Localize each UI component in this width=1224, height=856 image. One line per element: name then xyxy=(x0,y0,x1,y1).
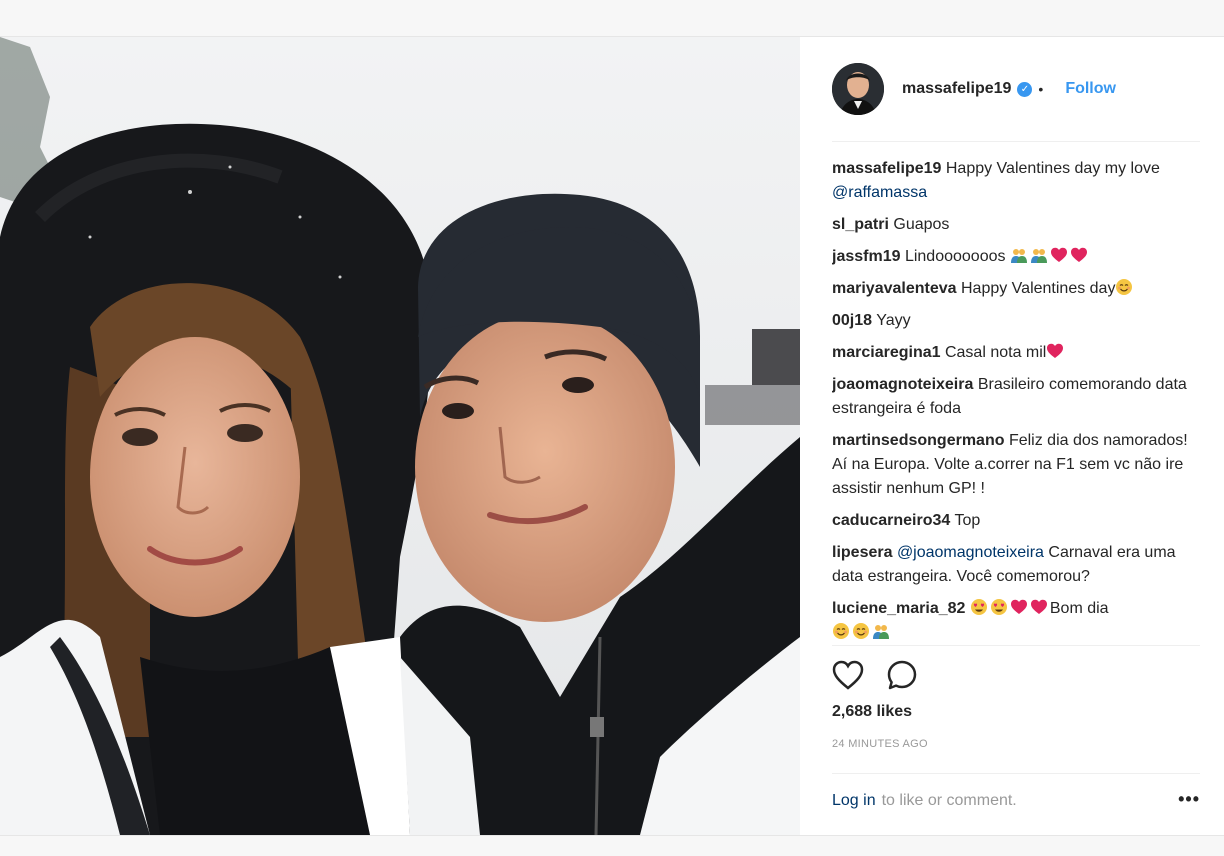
comments-list[interactable]: massafelipe19 Happy Valentines day my lo… xyxy=(832,157,1200,645)
comment-item: jassfm19 Lindooooooos xyxy=(832,245,1200,269)
couple-emoji-icon xyxy=(873,625,889,639)
comment-item: massafelipe19 Happy Valentines day my lo… xyxy=(832,157,1200,205)
comments-divider xyxy=(832,645,1200,646)
comment-item: luciene_maria_82 Bom dia xyxy=(832,597,1200,645)
comment-item: lipesera @joaomagnoteixeira Carnaval era… xyxy=(832,541,1200,589)
blush-emoji-icon xyxy=(833,623,849,639)
comment-username[interactable]: massafelipe19 xyxy=(832,160,941,177)
heart-emoji-icon xyxy=(1050,247,1067,262)
user-avatar[interactable] xyxy=(832,63,884,115)
login-prompt-text: to like or comment. xyxy=(881,792,1017,809)
heart-outline-icon[interactable] xyxy=(832,659,864,691)
comment-username[interactable]: martinsedsongermano xyxy=(832,432,1004,449)
comment-username[interactable]: sl_patri xyxy=(832,216,889,233)
comment-username[interactable]: caducarneiro34 xyxy=(832,512,950,529)
blush-emoji-icon xyxy=(1116,279,1133,295)
page-top-strip xyxy=(0,0,1224,36)
post-side-panel: massafelipe19 ✓ • Follow massafelipe19 H… xyxy=(800,37,1224,835)
comment-text: Guapos xyxy=(893,216,950,233)
action-bar xyxy=(832,655,940,695)
post-photo[interactable] xyxy=(0,37,800,835)
couple-emoji-icon xyxy=(1030,249,1047,263)
more-options-button[interactable]: ••• xyxy=(1178,789,1200,810)
comment-username[interactable]: marciaregina1 xyxy=(832,344,941,361)
post-username[interactable]: massafelipe19 xyxy=(902,80,1011,98)
heart-emoji-icon xyxy=(1070,247,1087,262)
instagram-post: massafelipe19 ✓ • Follow massafelipe19 H… xyxy=(0,36,1224,836)
header-divider xyxy=(832,141,1200,142)
comment-text: Lindooooooos xyxy=(904,248,1010,265)
post-header: massafelipe19 ✓ • Follow xyxy=(832,59,1200,119)
comment-text: Top xyxy=(954,512,981,529)
hearteyes-emoji-icon xyxy=(970,599,987,615)
avatar-portrait-icon xyxy=(832,63,884,115)
comment-item: marciaregina1 Casal nota mil xyxy=(832,341,1200,365)
comment-bubble-icon[interactable] xyxy=(886,659,918,691)
verified-badge-icon: ✓ xyxy=(1017,81,1033,97)
comment-username[interactable]: lipesera xyxy=(832,544,892,561)
post-timestamp[interactable]: 24 MINUTES AGO xyxy=(832,738,928,750)
login-link[interactable]: Log in xyxy=(832,792,876,810)
footer-divider xyxy=(832,773,1200,774)
heart-emoji-icon xyxy=(1047,343,1064,358)
comment-item: sl_patri Guapos xyxy=(832,213,1200,237)
page-bottom-strip xyxy=(0,836,1224,856)
comment-item: martinsedsongermano Feliz dia dos namora… xyxy=(832,429,1200,501)
comment-item: caducarneiro34 Top xyxy=(832,509,1200,533)
comment-username[interactable]: luciene_maria_82 xyxy=(832,600,965,617)
blush-emoji-icon xyxy=(853,623,869,639)
comment-text: Yayy xyxy=(876,312,911,329)
comment-text: Happy Valentines day xyxy=(960,280,1116,297)
header-separator: • xyxy=(1038,81,1044,97)
comment-mention-link[interactable]: @raffamassa xyxy=(832,184,927,201)
comment-text: Casal nota mil xyxy=(944,344,1047,361)
follow-button[interactable]: Follow xyxy=(1065,80,1116,98)
comment-item: mariyavalenteva Happy Valentines day xyxy=(832,277,1200,301)
comment-username[interactable]: 00j18 xyxy=(832,312,872,329)
comment-username[interactable]: jassfm19 xyxy=(832,248,901,265)
comment-item: joaomagnoteixeira Brasileiro comemorando… xyxy=(832,373,1200,421)
hearteyes-emoji-icon xyxy=(990,599,1007,615)
comment-mention-link[interactable]: @joaomagnoteixeira xyxy=(897,544,1044,561)
comment-text-after: Bom dia xyxy=(1049,600,1109,617)
heart-emoji-icon xyxy=(1010,599,1027,614)
heart-emoji-icon xyxy=(1030,599,1047,614)
comment-username[interactable]: mariyavalenteva xyxy=(832,280,957,297)
login-prompt: Log in to like or comment. ••• xyxy=(832,789,1200,813)
comment-text: Happy Valentines day my love xyxy=(945,160,1160,177)
comment-username[interactable]: joaomagnoteixeira xyxy=(832,376,973,393)
couple-emoji-icon xyxy=(1010,249,1027,263)
comment-item: 00j18 Yayy xyxy=(832,309,1200,333)
likes-count[interactable]: 2,688 likes xyxy=(832,703,912,721)
selfie-photo-illustration xyxy=(0,37,800,835)
